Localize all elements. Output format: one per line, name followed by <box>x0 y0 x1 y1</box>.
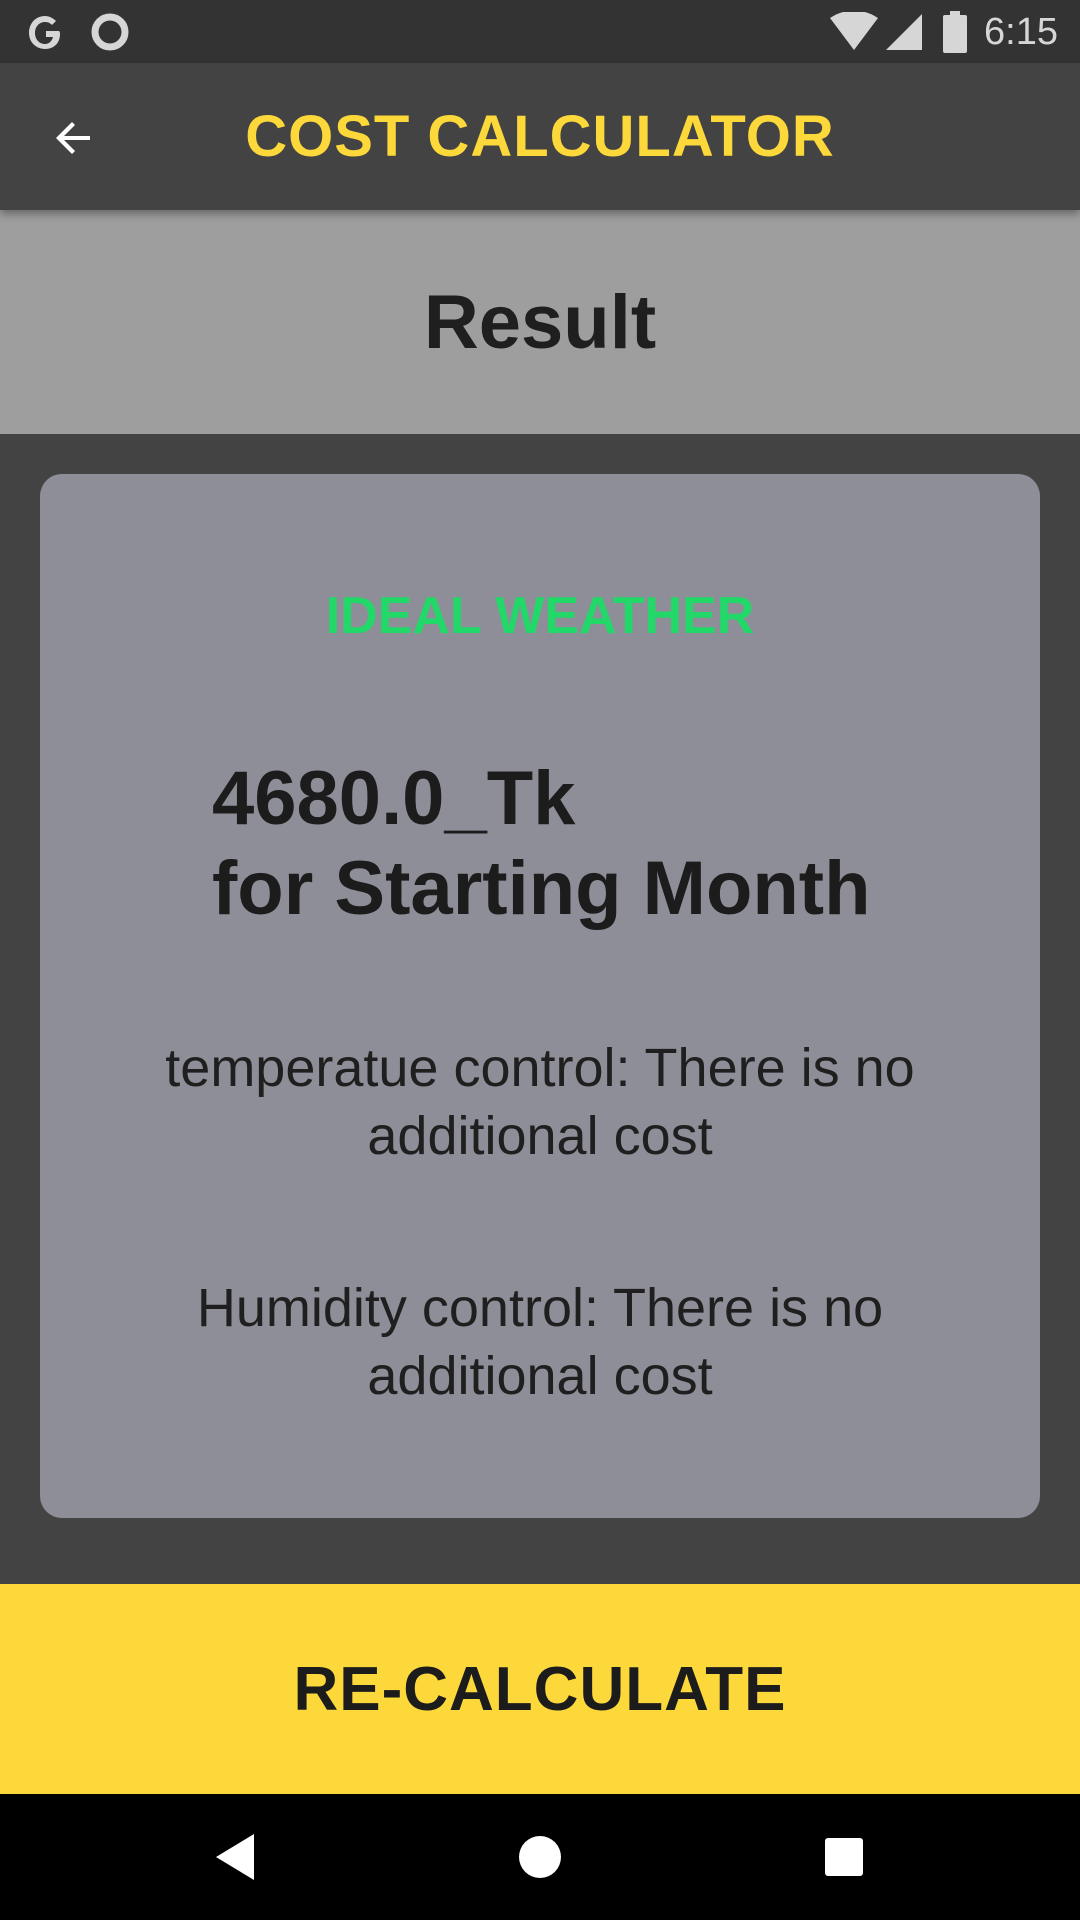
nav-recents-button[interactable] <box>806 1819 882 1895</box>
google-g-icon <box>29 16 60 49</box>
nav-recents-icon <box>825 1838 863 1876</box>
nav-home-button[interactable] <box>502 1819 578 1895</box>
cost-amount: 4680.0_Tk <box>212 756 576 841</box>
result-title: Result <box>423 279 657 365</box>
navigation-bar <box>0 1794 1080 1920</box>
arrow-back-icon <box>56 122 90 154</box>
battery-icon <box>943 11 967 53</box>
humidity-control-note: Humidity control: There is no additional… <box>196 1278 884 1406</box>
nav-back-icon <box>216 1834 254 1880</box>
temperature-control-note: temperatue control: There is no addition… <box>165 1038 915 1166</box>
nav-home-icon <box>519 1836 561 1878</box>
recalculate-button[interactable]: RE-CALCULATE <box>0 1584 1080 1794</box>
back-button[interactable] <box>40 104 108 172</box>
result-card: IDEAL WEATHER 4680.0_Tk for Starting Mon… <box>40 474 1040 1518</box>
cost-summary: 4680.0_Tk for Starting Month <box>212 754 1012 934</box>
nav-back-button[interactable] <box>198 1819 274 1895</box>
status-time: 6:15 <box>984 11 1058 53</box>
circle-notification-icon <box>91 13 129 51</box>
cell-signal-icon <box>886 14 922 50</box>
status-bar: 6:15 <box>0 0 1080 63</box>
app-bar: COST CALCULATOR <box>0 63 1080 210</box>
result-header: Result <box>0 210 1080 434</box>
cost-period: for Starting Month <box>212 846 871 931</box>
wifi-icon <box>830 12 878 50</box>
app-title: COST CALCULATOR <box>245 104 835 169</box>
weather-status-label: IDEAL WEATHER <box>325 587 755 645</box>
